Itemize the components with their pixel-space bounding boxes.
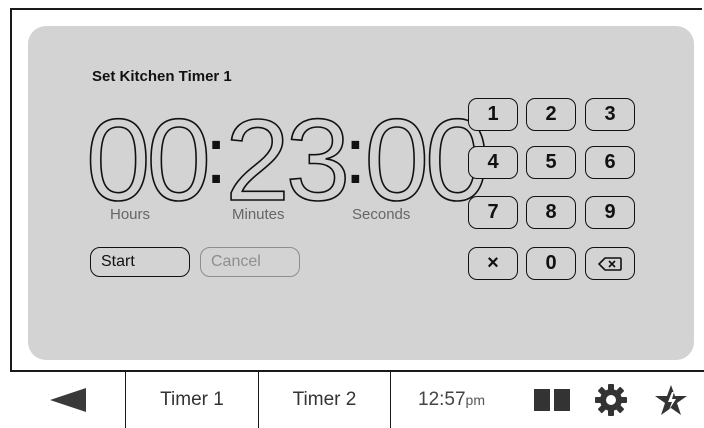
tab-timer-2[interactable]: Timer 2 (259, 372, 390, 428)
layout-panels-icon (534, 389, 570, 411)
tab-timer-1[interactable]: Timer 1 (126, 372, 258, 428)
key-1[interactable]: 1 (468, 98, 518, 131)
colon-separator: : (205, 111, 228, 200)
minutes-value[interactable]: 23 (224, 101, 351, 219)
favorite-star-icon (655, 385, 687, 415)
key-0[interactable]: 0 (526, 247, 576, 280)
key-6[interactable]: 6 (585, 146, 635, 179)
seconds-label: Seconds (352, 206, 411, 223)
clock-time: 12:57 (418, 389, 466, 410)
minutes-label: Minutes (232, 206, 285, 223)
gear-icon (595, 384, 627, 416)
back-button[interactable] (10, 372, 125, 428)
start-button[interactable]: Start (90, 247, 190, 277)
page-title: Set Kitchen Timer 1 (92, 68, 232, 85)
key-7[interactable]: 7 (468, 196, 518, 229)
settings-button[interactable] (588, 372, 634, 428)
hours-value[interactable]: 00 (85, 101, 212, 219)
favorite-button[interactable] (648, 372, 694, 428)
key-2[interactable]: 2 (526, 98, 576, 131)
hours-label: Hours (110, 206, 151, 223)
cancel-button[interactable]: Cancel (200, 247, 300, 277)
bottom-nav-bar: Timer 1 Timer 2 12:57 pm (10, 370, 704, 428)
key-9[interactable]: 9 (585, 196, 635, 229)
clock: 12:57 pm (418, 372, 508, 428)
key-4[interactable]: 4 (468, 146, 518, 179)
layout-button[interactable] (530, 372, 574, 428)
clock-ampm: pm (465, 392, 485, 408)
key-8[interactable]: 8 (526, 196, 576, 229)
clear-key[interactable]: × (468, 247, 518, 280)
backspace-key[interactable] (585, 247, 635, 280)
timer-display: 00 : 23 : 00 (85, 101, 490, 219)
back-arrow-icon (49, 388, 86, 412)
backspace-icon (598, 256, 622, 271)
divider (390, 372, 391, 428)
key-5[interactable]: 5 (526, 146, 576, 179)
key-3[interactable]: 3 (585, 98, 635, 131)
colon-separator: : (344, 111, 367, 200)
